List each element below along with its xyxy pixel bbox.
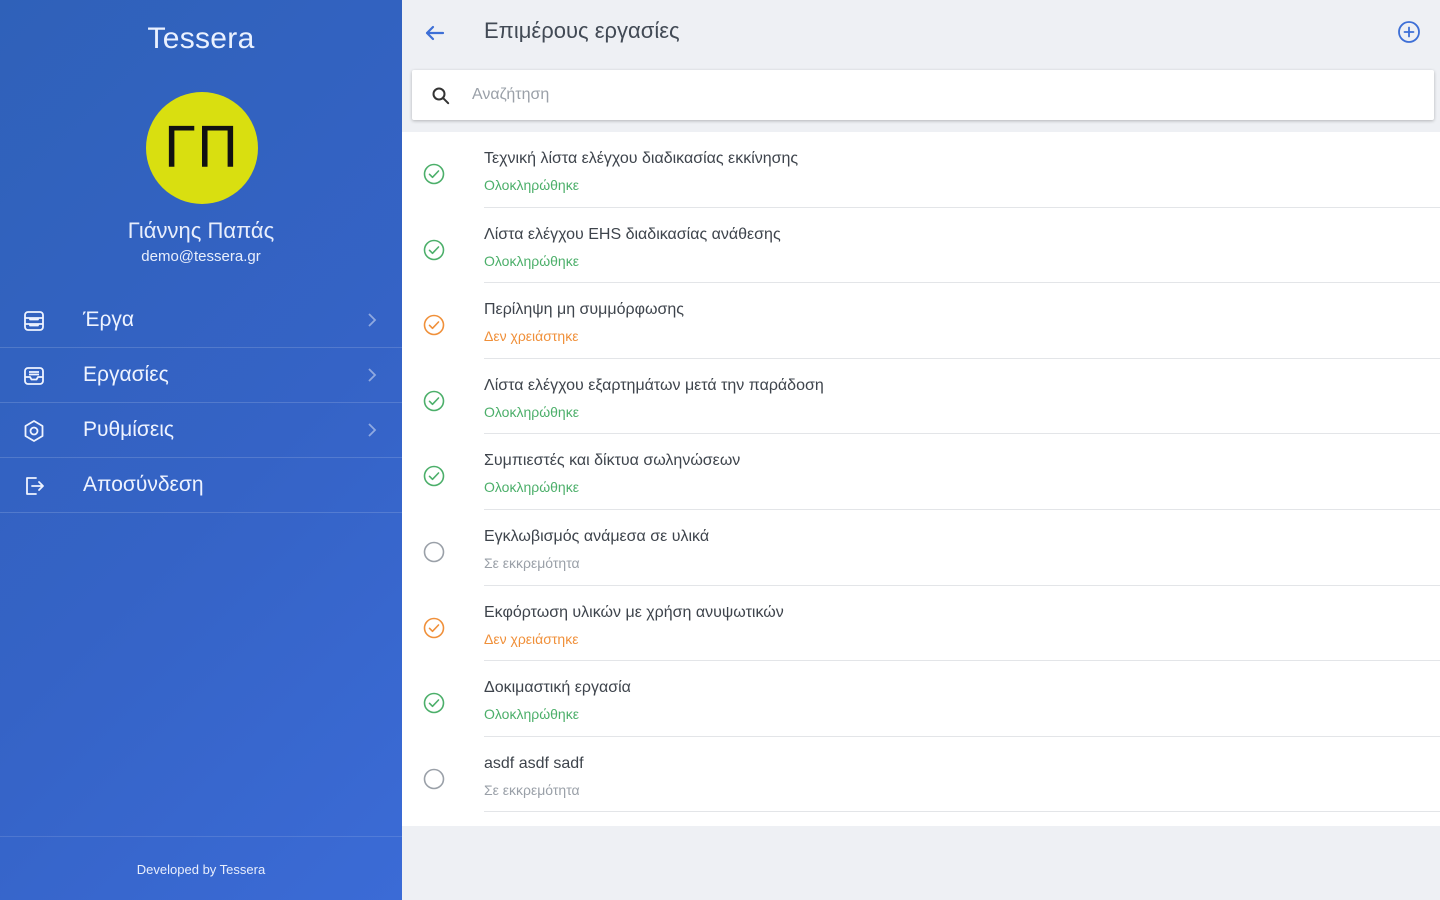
- task-status: Δεν χρειάστηκε: [484, 328, 579, 345]
- sidebar-item-label: Εργασίες: [83, 363, 169, 386]
- sidebar-item-label: Αποσύνδεση: [83, 473, 204, 496]
- list-item[interactable]: Λίστα ελέγχου EHS διαδικασίας ανάθεσης Ολ…: [402, 208, 1440, 284]
- sidebar: Tessera ΓΠ Γιάννης Παπάς demo@tessera.gr…: [0, 0, 402, 900]
- task-status: Ολοκληρώθηκε: [484, 706, 579, 723]
- task-status: Ολοκληρώθηκε: [484, 177, 579, 193]
- page-title: Επιμέρους εργασίες: [484, 18, 680, 43]
- footer-credit: Developed by Tessera: [136, 862, 266, 877]
- sidebar-item-projects[interactable]: Έργα: [0, 293, 402, 348]
- inbox-icon: [22, 364, 46, 388]
- list-item[interactable]: Τεχνική λίστα ελέγχου διαδικασίας εκκίνη…: [402, 132, 1440, 208]
- task-title: Εγκλωβισμός ανάμεσα σε υλικά: [484, 527, 710, 545]
- arrow-left-icon[interactable]: [422, 20, 448, 46]
- sidebar-item-settings[interactable]: Ρυθμίσεις: [0, 403, 402, 458]
- task-status: Ολοκληρώθηκε: [484, 479, 579, 496]
- list-item[interactable]: Περίληψη μη συμμόρφωσης Δεν χρειάστηκε: [402, 283, 1440, 359]
- search-bar: [412, 70, 1434, 120]
- list-item[interactable]: Εκφόρτωση υλικών με χρήση ανυψωτικών Δεν …: [402, 586, 1440, 662]
- user-name: Γιάννης Παπάς: [127, 218, 275, 243]
- list-item[interactable]: Δοκιμαστική εργασία Ολοκληρώθηκε: [402, 661, 1440, 737]
- task-title: Λίστα ελέγχου EHS διαδικασίας ανάθεσης: [484, 225, 781, 243]
- chevron-right-icon: [362, 309, 382, 331]
- top-bar: Επιμέρους εργασίες: [402, 0, 1440, 64]
- plus-circle-icon[interactable]: [1396, 19, 1422, 45]
- sidebar-item-label: Ρυθμίσεις: [83, 418, 175, 441]
- chevron-right-icon: [362, 419, 382, 441]
- sidebar-item-label: Έργα: [83, 308, 135, 331]
- check-circle-icon: [422, 389, 446, 413]
- empty-circle-icon: [422, 540, 446, 564]
- check-circle-icon: [422, 238, 446, 262]
- task-title: Τεχνική λίστα ελέγχου διαδικασίας εκκίνη…: [484, 150, 799, 167]
- list-item[interactable]: asdf asdf sadf Σε εκκρεμότητα: [402, 737, 1440, 813]
- list-item[interactable]: Συμπιεστές και δίκτυα σωληνώσεων Ολοκληρώ…: [402, 434, 1440, 510]
- task-status: Ολοκληρώθηκε: [484, 252, 579, 269]
- gear-icon: [22, 419, 46, 443]
- inbox-stack-icon: [22, 309, 46, 333]
- task-status: Δεν χρειάστηκε: [484, 630, 579, 647]
- empty-circle-icon: [422, 767, 446, 791]
- task-status: Σε εκκρεμότητα: [484, 554, 580, 571]
- divider: [484, 811, 1440, 813]
- check-circle-icon: [422, 691, 446, 715]
- sidebar-item-tasks[interactable]: Εργασίες: [0, 348, 402, 403]
- task-title: asdf asdf sadf: [484, 754, 584, 772]
- check-circle-icon: [422, 616, 446, 640]
- task-title: Λίστα ελέγχου εξαρτημάτων μετά την παράδ…: [484, 376, 824, 394]
- task-status: Σε εκκρεμότητα: [484, 781, 580, 798]
- task-list: Τεχνική λίστα ελέγχου διαδικασίας εκκίνη…: [402, 132, 1440, 826]
- logout-icon: [22, 474, 46, 498]
- sidebar-menu: Έργα Εργασίες Ρυθμίσεις Αποσύνδεση: [0, 293, 402, 513]
- search-input[interactable]: [472, 82, 1372, 108]
- avatar: ΓΠ: [146, 92, 258, 204]
- task-title: Συμπιεστές και δίκτυα σωληνώσεων: [484, 452, 741, 470]
- sidebar-item-logout[interactable]: Αποσύνδεση: [0, 458, 402, 513]
- list-item[interactable]: Εγκλωβισμός ανάμεσα σε υλικά Σε εκκρεμότη…: [402, 510, 1440, 586]
- search-icon: [430, 85, 452, 107]
- divider: [0, 836, 402, 837]
- list-item[interactable]: Λίστα ελέγχου εξαρτημάτων μετά την παράδ…: [402, 359, 1440, 435]
- main-content: Επιμέρους εργασίες Τεχνική λίστα ελέγχου…: [402, 0, 1440, 900]
- task-title: Δοκιμαστική εργασία: [484, 679, 631, 697]
- chevron-right-icon: [362, 364, 382, 386]
- task-title: Περίληψη μη συμμόρφωσης: [484, 301, 684, 319]
- user-email: demo@tessera.gr: [141, 248, 261, 265]
- check-circle-icon: [422, 162, 446, 186]
- task-title: Εκφόρτωση υλικών με χρήση ανυψωτικών: [484, 603, 784, 621]
- app-title: Tessera: [147, 22, 255, 55]
- check-circle-icon: [422, 313, 446, 337]
- check-circle-icon: [422, 464, 446, 488]
- task-status: Ολοκληρώθηκε: [484, 403, 579, 420]
